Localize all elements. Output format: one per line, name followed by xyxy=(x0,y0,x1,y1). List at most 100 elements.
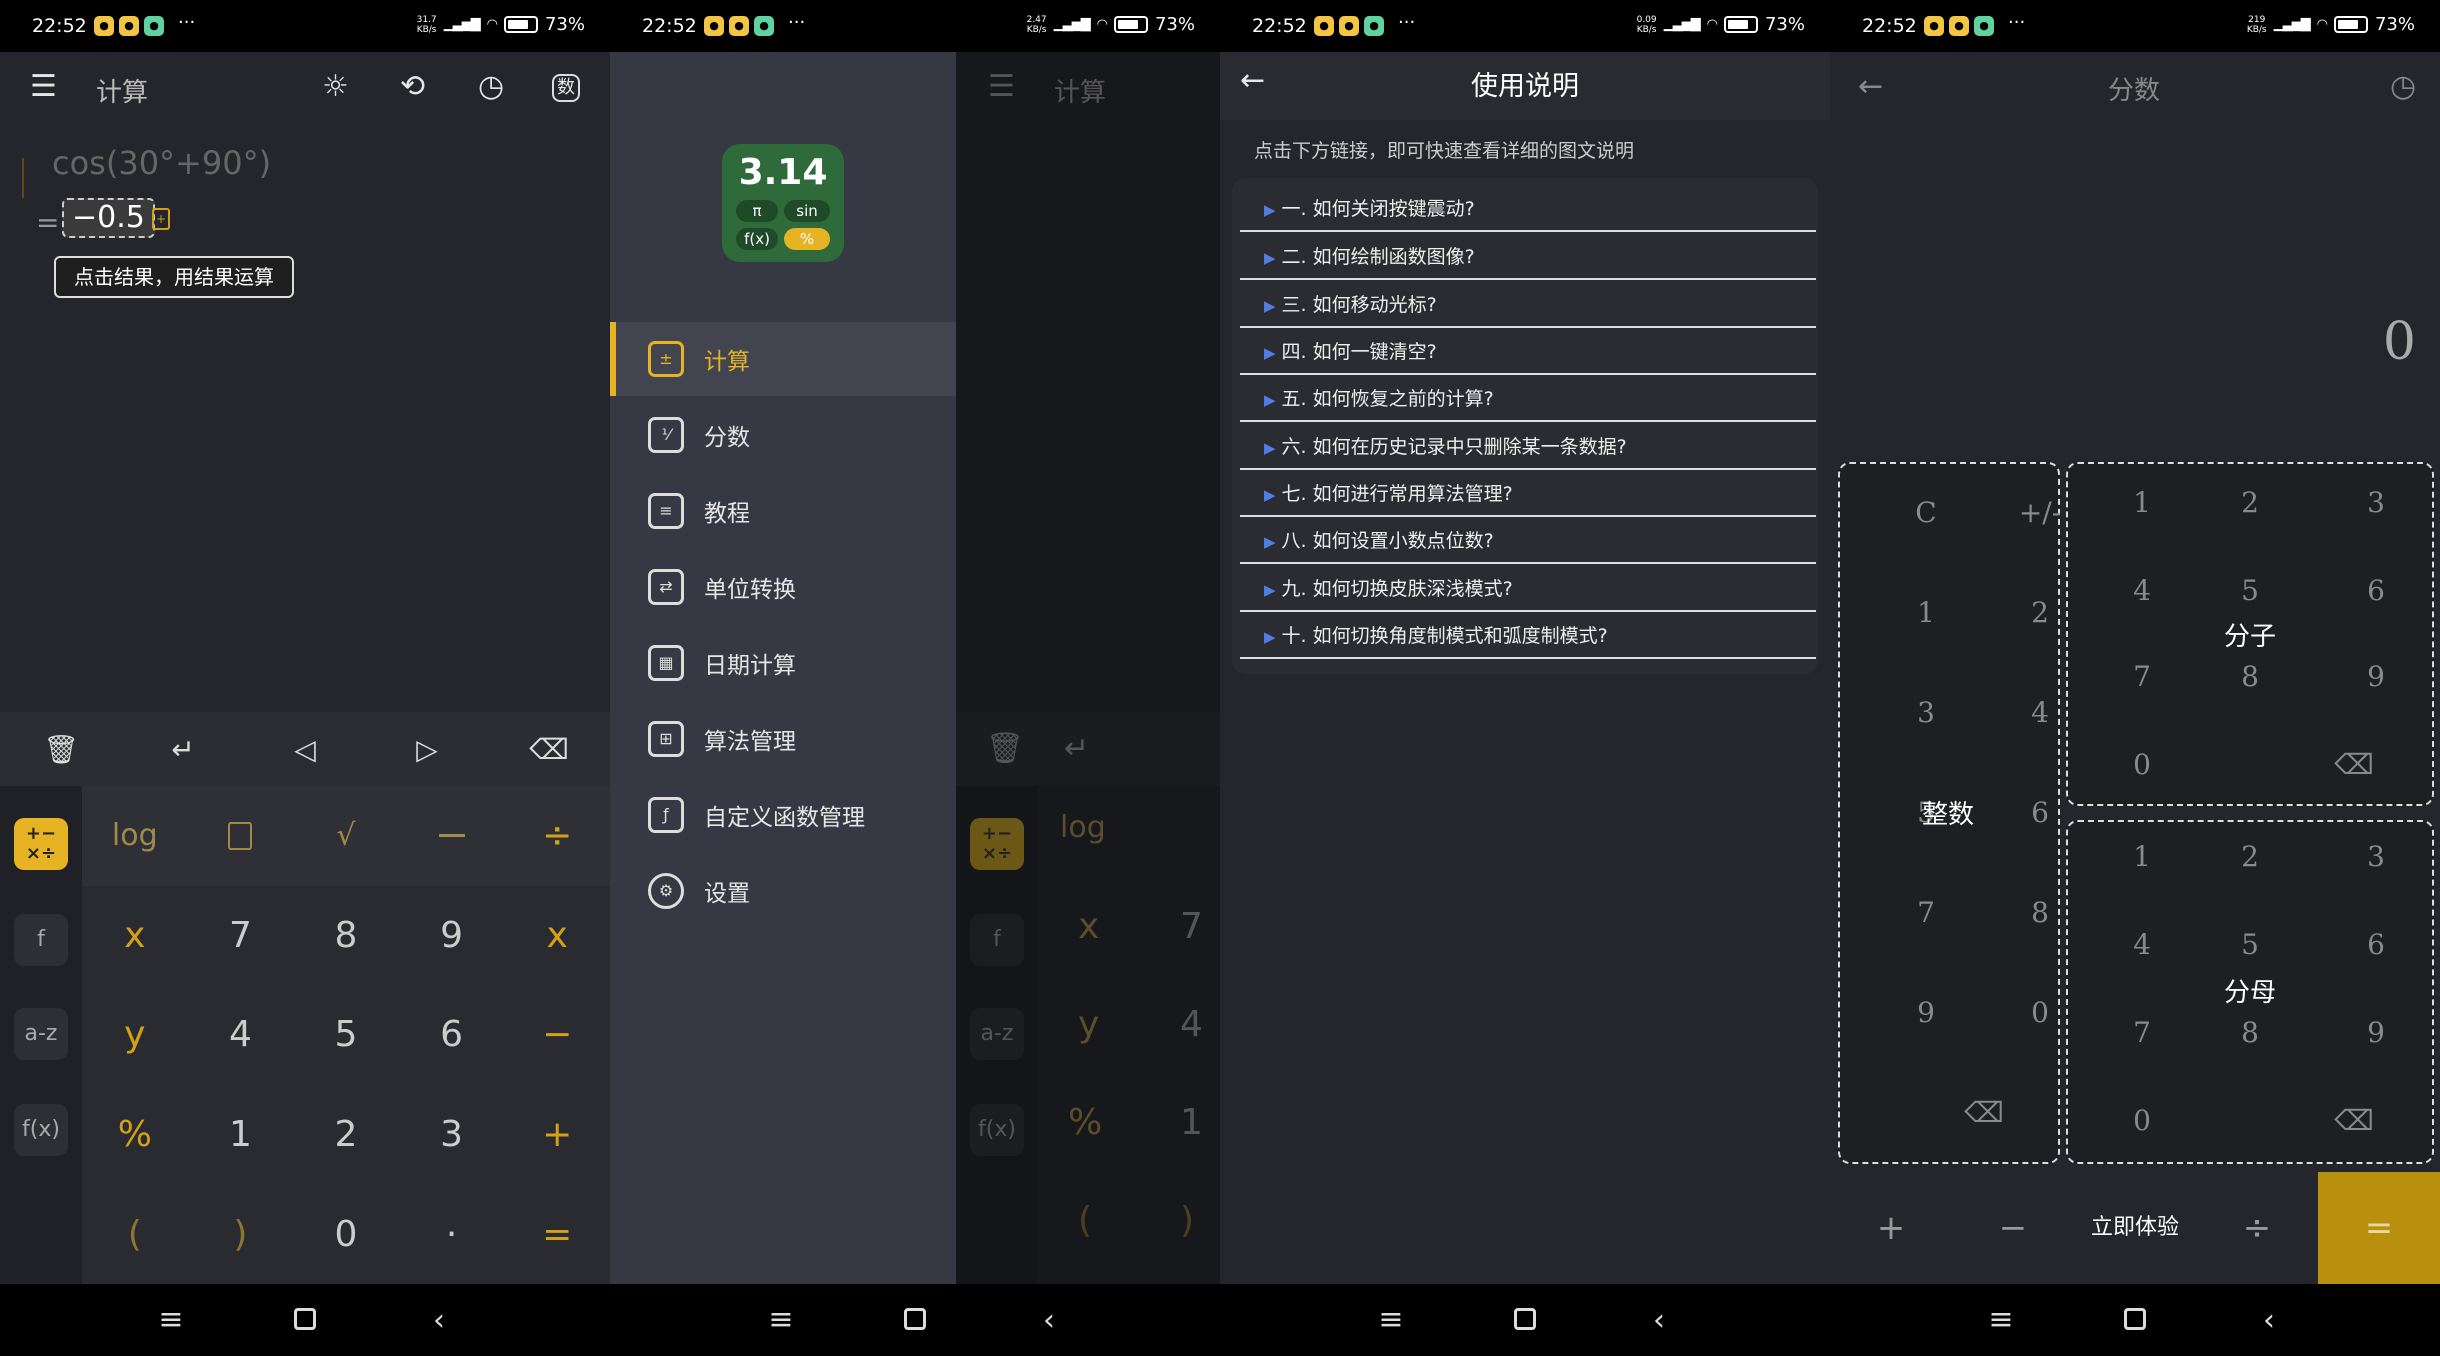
num-digit-5[interactable]: 5 xyxy=(2210,574,2290,607)
num-digit-0[interactable]: 0 xyxy=(2102,748,2182,781)
den-backspace-icon[interactable]: ⌫ xyxy=(2314,1104,2394,1137)
den-digit-2[interactable]: 2 xyxy=(2210,840,2290,873)
int-digit-7[interactable]: 7 xyxy=(1886,896,1966,929)
recents-icon[interactable]: ≡ xyxy=(104,1305,238,1335)
divide-key[interactable]: ÷ xyxy=(504,786,610,886)
help-question-link[interactable]: ▶ 七. 如何进行常用算法管理? xyxy=(1240,471,1816,517)
result-value[interactable]: −0.5 xyxy=(62,198,155,238)
back-icon[interactable]: ‹ xyxy=(982,1303,1116,1338)
decimal-key[interactable]: · xyxy=(399,1184,505,1284)
y-var-key[interactable]: y xyxy=(82,985,188,1085)
int-backspace-icon[interactable]: ⌫ xyxy=(1944,1096,2024,1129)
plus-key[interactable]: + xyxy=(1830,1172,1952,1284)
enter-icon[interactable]: ↵ xyxy=(153,733,213,766)
den-digit-3[interactable]: 3 xyxy=(2336,840,2416,873)
expression-display[interactable]: cos(30°+90°) xyxy=(52,144,271,182)
den-digit-6[interactable]: 6 xyxy=(2336,928,2416,961)
recents-icon[interactable]: ≡ xyxy=(714,1305,848,1335)
basic-mode-key[interactable]: +− ×÷ xyxy=(14,818,68,870)
drawer-item-fraction[interactable]: ⅟ 分数 xyxy=(610,398,956,472)
digit-0-key[interactable]: 0 xyxy=(293,1184,399,1284)
home-icon[interactable] xyxy=(2068,1303,2202,1338)
plus-key[interactable]: + xyxy=(504,1085,610,1185)
home-icon[interactable] xyxy=(848,1303,982,1338)
help-question-link[interactable]: ▶ 八. 如何设置小数点位数? xyxy=(1240,518,1816,564)
close-paren-key[interactable]: ) xyxy=(188,1184,294,1284)
x-var-key[interactable]: x xyxy=(82,886,188,986)
digit-3-key[interactable]: 3 xyxy=(399,1085,505,1185)
drawer-item-settings[interactable]: ⚙ 设置 xyxy=(610,854,956,928)
home-icon[interactable] xyxy=(238,1303,372,1338)
digit-1-key[interactable]: 1 xyxy=(188,1085,294,1185)
help-question-link[interactable]: ▶ 十. 如何切换角度制模式和弧度制模式? xyxy=(1240,613,1816,659)
num-digit-2[interactable]: 2 xyxy=(2210,486,2290,519)
menu-icon[interactable]: ☰ xyxy=(30,72,57,102)
den-digit-5[interactable]: 5 xyxy=(2210,928,2290,961)
help-question-link[interactable]: ▶ 四. 如何一键清空? xyxy=(1240,329,1816,375)
recents-icon[interactable]: ≡ xyxy=(1324,1305,1458,1335)
help-question-link[interactable]: ▶ 三. 如何移动光标? xyxy=(1240,282,1816,328)
back-arrow-icon[interactable]: ← xyxy=(1858,72,1883,102)
theme-icon[interactable]: ☼ xyxy=(322,72,349,102)
den-digit-1[interactable]: 1 xyxy=(2102,840,2182,873)
minus-key[interactable]: − xyxy=(1952,1172,2074,1284)
help-question-link[interactable]: ▶ 五. 如何恢复之前的计算? xyxy=(1240,376,1816,422)
den-digit-8[interactable]: 8 xyxy=(2210,1016,2290,1049)
back-icon[interactable]: ‹ xyxy=(372,1303,506,1338)
help-question-link[interactable]: ▶ 九. 如何切换皮肤深浅模式? xyxy=(1240,566,1816,612)
digit-5-key[interactable]: 5 xyxy=(293,985,399,1085)
den-digit-0[interactable]: 0 xyxy=(2102,1104,2182,1137)
den-digit-9[interactable]: 9 xyxy=(2336,1016,2416,1049)
back-icon[interactable]: ‹ xyxy=(2202,1303,2336,1338)
multiply-key[interactable]: x xyxy=(504,886,610,986)
int-digit-1[interactable]: 1 xyxy=(1886,596,1966,629)
digit-2-key[interactable]: 2 xyxy=(293,1085,399,1185)
copy-icon[interactable]: + xyxy=(152,208,170,230)
drawer-item-algorithm[interactable]: ⊞ 算法管理 xyxy=(610,702,956,776)
home-icon[interactable] xyxy=(1458,1303,1592,1338)
digit-7-key[interactable]: 7 xyxy=(188,886,294,986)
num-digit-6[interactable]: 6 xyxy=(2336,574,2416,607)
fx-key[interactable]: f(x) xyxy=(14,1104,68,1156)
den-digit-7[interactable]: 7 xyxy=(2102,1016,2182,1049)
digit-9-key[interactable]: 9 xyxy=(399,886,505,986)
clear-key[interactable]: C xyxy=(1886,496,1966,529)
help-question-link[interactable]: ▶ 二. 如何绘制函数图像? xyxy=(1240,234,1816,280)
drawer-item-calculate[interactable]: ± 计算 xyxy=(610,322,956,396)
number-mode-icon[interactable]: 数 xyxy=(552,74,580,102)
help-question-link[interactable]: ▶ 六. 如何在历史记录中只删除某一条数据? xyxy=(1240,424,1816,470)
f-key[interactable]: f xyxy=(14,914,68,966)
root-key[interactable]: √ xyxy=(293,786,399,886)
backspace-icon[interactable]: ⌫ xyxy=(519,733,579,766)
digit-8-key[interactable]: 8 xyxy=(293,886,399,986)
int-digit-3[interactable]: 3 xyxy=(1886,696,1966,729)
equals-key[interactable]: = xyxy=(2318,1172,2440,1284)
equals-key[interactable]: = xyxy=(504,1184,610,1284)
open-paren-key[interactable]: ( xyxy=(82,1184,188,1284)
drawer-item-date-calc[interactable]: ▦ 日期计算 xyxy=(610,626,956,700)
num-digit-9[interactable]: 9 xyxy=(2336,660,2416,693)
num-digit-4[interactable]: 4 xyxy=(2102,574,2182,607)
a-z-key[interactable]: a-z xyxy=(14,1008,68,1060)
minus-key[interactable]: − xyxy=(504,985,610,1085)
log-key[interactable]: log xyxy=(82,786,188,886)
divide-key[interactable]: ÷ xyxy=(2196,1172,2318,1284)
percent-key[interactable]: % xyxy=(82,1085,188,1185)
fraction-key[interactable] xyxy=(398,786,505,886)
try-now-button[interactable]: 立即体验 xyxy=(2074,1172,2196,1284)
drawer-item-unit-convert[interactable]: ⇄ 单位转换 xyxy=(610,550,956,624)
digit-6-key[interactable]: 6 xyxy=(399,985,505,1085)
drawer-item-tutorial[interactable]: ≡ 教程 xyxy=(610,474,956,548)
cursor-right-icon[interactable]: ▷ xyxy=(397,733,457,766)
rotate-icon[interactable]: ⟲ xyxy=(400,72,425,102)
num-backspace-icon[interactable]: ⌫ xyxy=(2314,748,2394,781)
den-digit-4[interactable]: 4 xyxy=(2102,928,2182,961)
cursor-left-icon[interactable]: ◁ xyxy=(275,733,335,766)
int-digit-9[interactable]: 9 xyxy=(1886,996,1966,1029)
num-digit-1[interactable]: 1 xyxy=(2102,486,2182,519)
history-icon[interactable]: ◷ xyxy=(478,72,504,102)
drawer-item-custom-function[interactable]: ƒ 自定义函数管理 xyxy=(610,778,956,852)
digit-4-key[interactable]: 4 xyxy=(188,985,294,1085)
num-digit-8[interactable]: 8 xyxy=(2210,660,2290,693)
num-digit-3[interactable]: 3 xyxy=(2336,486,2416,519)
